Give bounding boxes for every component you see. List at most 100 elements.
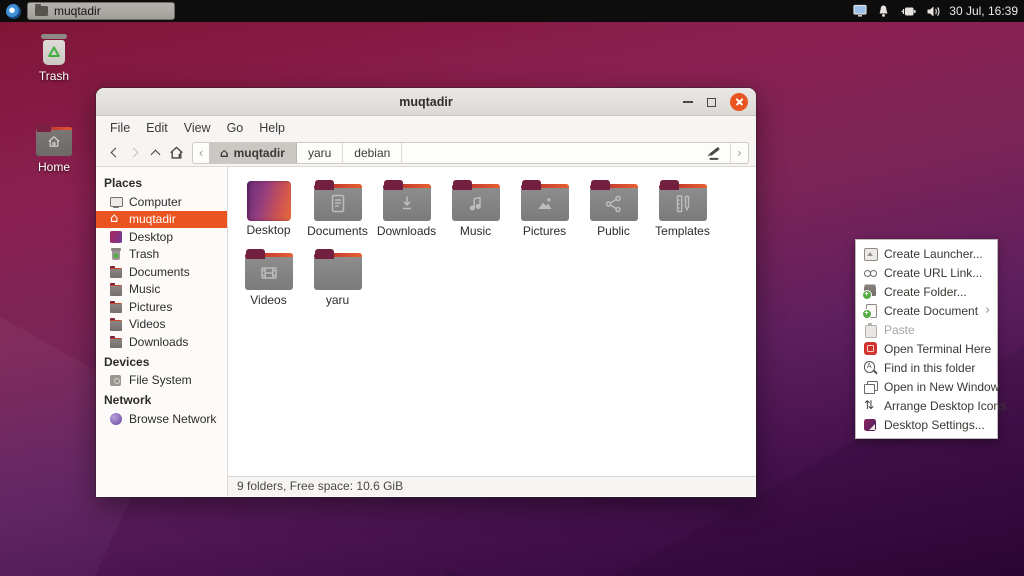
paste-icon bbox=[863, 323, 877, 337]
menu-item-open-in-new-window[interactable]: Open in New Window bbox=[856, 377, 997, 396]
menu-item-create-launcher[interactable]: Create Launcher... bbox=[856, 244, 997, 263]
folder-picture-icon bbox=[521, 180, 569, 222]
folder-icon bbox=[109, 318, 123, 331]
desktop-icon-label: Home bbox=[22, 160, 86, 174]
menu-go[interactable]: Go bbox=[219, 118, 252, 138]
devices-header: Devices bbox=[96, 351, 227, 372]
sidebar-item-videos[interactable]: Videos bbox=[96, 316, 227, 334]
menu-item-desktop-settings[interactable]: Desktop Settings... bbox=[856, 415, 997, 434]
sidebar-item-computer[interactable]: Computer bbox=[96, 193, 227, 211]
wallpaper-tile-icon bbox=[247, 181, 291, 221]
file-templates[interactable]: Templates bbox=[649, 180, 716, 238]
top-panel: muqtadir 30 Jul, 16:39 bbox=[0, 0, 1024, 22]
new-document-icon bbox=[863, 304, 877, 318]
toolbar: ‹ ⌂ muqtadir yaru debian › bbox=[96, 139, 756, 167]
indicator-area bbox=[852, 4, 941, 18]
sidebar-item-documents[interactable]: Documents bbox=[96, 263, 227, 281]
file-public[interactable]: Public bbox=[580, 180, 647, 238]
new-window-icon bbox=[863, 380, 877, 394]
folder-plain-icon bbox=[314, 249, 362, 291]
sidebar-item-music[interactable]: Music bbox=[96, 281, 227, 299]
folder-music-icon bbox=[452, 180, 500, 222]
sidebar-item-file-system[interactable]: File System bbox=[96, 372, 227, 390]
titlebar[interactable]: muqtadir bbox=[96, 88, 756, 116]
network-header: Network bbox=[96, 389, 227, 410]
drive-icon bbox=[109, 374, 123, 387]
desktop[interactable]: muqtadir 30 Jul, 16:39 Trash Home muqtad… bbox=[0, 0, 1024, 576]
folder-document-icon bbox=[314, 180, 362, 222]
home-icon bbox=[109, 213, 123, 226]
menu-item-create-document[interactable]: Create Document › bbox=[856, 301, 997, 320]
menu-help[interactable]: Help bbox=[251, 118, 293, 138]
places-header: Places bbox=[96, 172, 227, 193]
taskbar-window-label: muqtadir bbox=[54, 4, 101, 18]
path-scroll-right-icon[interactable]: › bbox=[730, 143, 748, 163]
computer-icon bbox=[109, 195, 123, 208]
menu-item-open-terminal-here[interactable]: Open Terminal Here bbox=[856, 339, 997, 358]
path-scroll-left-icon[interactable]: ‹ bbox=[193, 146, 209, 160]
arrange-icons-icon bbox=[863, 399, 877, 413]
desktop-icon-trash[interactable]: Trash bbox=[22, 34, 86, 83]
sidebar-item-desktop[interactable]: Desktop bbox=[96, 228, 227, 246]
status-bar: 9 folders, Free space: 10.6 GiB bbox=[228, 476, 756, 496]
path-bar: ‹ ⌂ muqtadir yaru debian › bbox=[192, 142, 749, 164]
back-button[interactable] bbox=[103, 142, 124, 164]
file-pictures[interactable]: Pictures bbox=[511, 180, 578, 238]
home-icon bbox=[169, 145, 184, 160]
menu-item-find-in-this-folder[interactable]: Find in this folder bbox=[856, 358, 997, 377]
sidebar-item-muqtadir[interactable]: muqtadir bbox=[96, 211, 227, 229]
folder-icon bbox=[35, 6, 48, 16]
display-icon[interactable] bbox=[852, 4, 868, 18]
launcher-icon bbox=[863, 247, 877, 261]
home-icon: ⌂ bbox=[220, 147, 229, 159]
menu-file[interactable]: File bbox=[102, 118, 138, 138]
menu-item-create-url-link[interactable]: Create URL Link... bbox=[856, 263, 997, 282]
file-documents[interactable]: Documents bbox=[304, 180, 371, 238]
terminal-icon bbox=[864, 342, 877, 355]
sidebar-item-downloads[interactable]: Downloads bbox=[96, 333, 227, 351]
clock[interactable]: 30 Jul, 16:39 bbox=[949, 4, 1018, 18]
volume-icon[interactable] bbox=[926, 5, 941, 18]
folder-template-icon bbox=[659, 180, 707, 222]
taskbar-window-button[interactable]: muqtadir bbox=[27, 2, 175, 20]
breadcrumb-muqtadir[interactable]: ⌂ muqtadir bbox=[209, 143, 297, 163]
breadcrumb-debian[interactable]: debian bbox=[343, 143, 402, 163]
sidebar-item-browse-network[interactable]: Browse Network bbox=[96, 410, 227, 428]
breadcrumb-yaru[interactable]: yaru bbox=[297, 143, 343, 163]
distro-logo-icon[interactable] bbox=[6, 4, 21, 19]
bell-icon[interactable] bbox=[877, 4, 890, 18]
forward-button[interactable] bbox=[124, 142, 145, 164]
folder-icon bbox=[109, 300, 123, 313]
minimize-icon[interactable] bbox=[683, 101, 693, 103]
file-downloads[interactable]: Downloads bbox=[373, 180, 440, 238]
edit-path-icon[interactable] bbox=[709, 147, 719, 156]
file-desktop[interactable]: Desktop bbox=[235, 180, 302, 238]
folder-share-icon bbox=[590, 180, 638, 222]
file-view[interactable]: Desktop Documents Downloads bbox=[228, 167, 756, 496]
menu-item-create-folder[interactable]: Create Folder... bbox=[856, 282, 997, 301]
home-button[interactable] bbox=[166, 142, 187, 164]
file-videos[interactable]: Videos bbox=[235, 249, 302, 307]
desktop-context-menu: Create Launcher... Create URL Link... Cr… bbox=[855, 239, 998, 439]
window-title: muqtadir bbox=[96, 95, 756, 109]
trash-icon bbox=[109, 248, 123, 261]
desktop-settings-icon bbox=[864, 419, 876, 431]
menu-item-arrange-desktop-icons[interactable]: Arrange Desktop Icons bbox=[856, 396, 997, 415]
file-music[interactable]: Music bbox=[442, 180, 509, 238]
battery-icon[interactable] bbox=[899, 5, 917, 18]
sidebar-item-pictures[interactable]: Pictures bbox=[96, 298, 227, 316]
menu-view[interactable]: View bbox=[176, 118, 219, 138]
file-yaru[interactable]: yaru bbox=[304, 249, 371, 307]
globe-icon bbox=[110, 413, 122, 425]
sidebar-item-trash[interactable]: Trash bbox=[96, 246, 227, 264]
close-icon[interactable] bbox=[730, 93, 748, 111]
menu-edit[interactable]: Edit bbox=[138, 118, 176, 138]
folder-icon bbox=[109, 283, 123, 296]
folder-video-icon bbox=[245, 249, 293, 291]
folder-icon bbox=[109, 265, 123, 278]
folder-download-icon bbox=[383, 180, 431, 222]
maximize-icon[interactable] bbox=[707, 98, 716, 107]
up-button[interactable] bbox=[145, 142, 166, 164]
menu-item-paste[interactable]: Paste bbox=[856, 320, 997, 339]
desktop-icon-home[interactable]: Home bbox=[22, 124, 86, 174]
